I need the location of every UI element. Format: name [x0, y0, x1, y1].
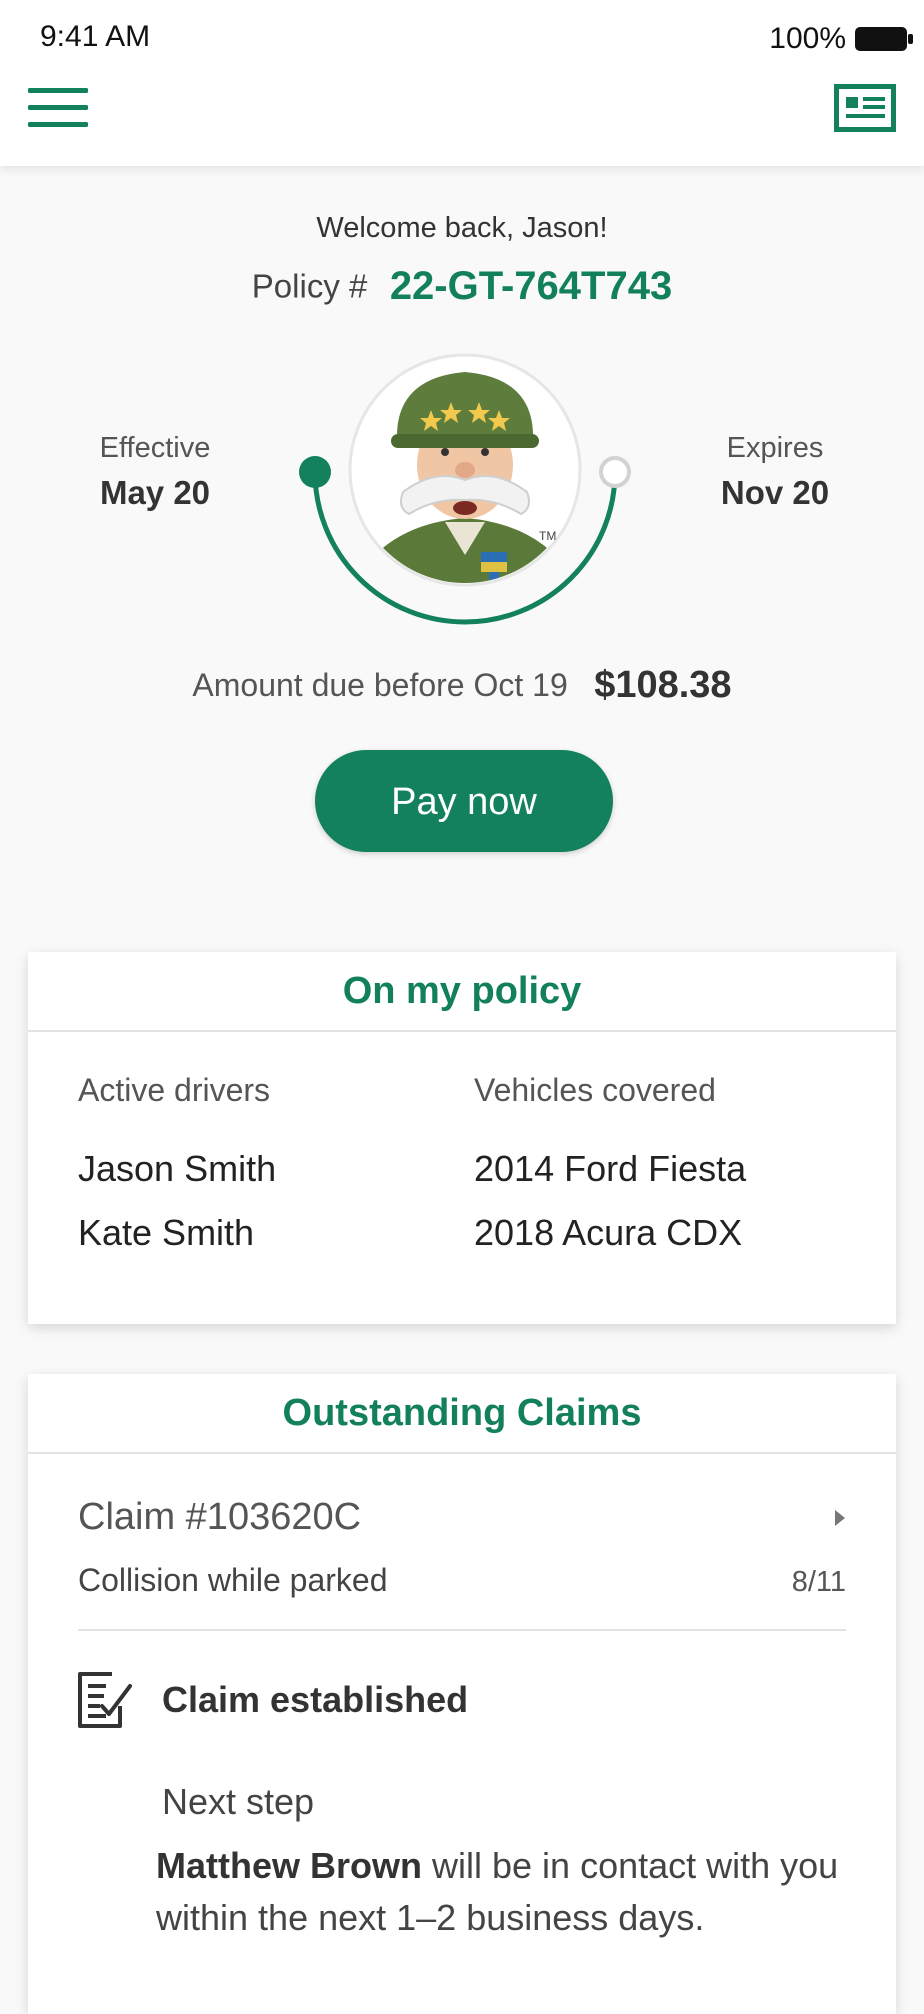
vehicles-covered-header: Vehicles covered: [474, 1072, 716, 1108]
app-header: 9:41 AM 100%: [0, 0, 924, 166]
driver-item: Jason Smith: [78, 1148, 277, 1189]
battery-full-icon: [855, 27, 913, 51]
claim-status: Claim established: [162, 1679, 469, 1720]
policy-number-row: Policy # 22-GT-764T743: [0, 264, 924, 309]
clipboard-check-icon: [78, 1672, 132, 1728]
amount-due-label: Amount due before Oct 19: [192, 667, 568, 703]
hamburger-menu-icon[interactable]: [28, 86, 88, 130]
id-card-icon[interactable]: [834, 84, 896, 132]
effective-label: Effective: [99, 432, 211, 464]
welcome-message: Welcome back, Jason!: [316, 212, 608, 244]
vehicle-item: 2014 Ford Fiesta: [474, 1148, 747, 1189]
status-time: 9:41 AM: [40, 20, 151, 53]
chevron-right-icon[interactable]: [832, 1506, 848, 1530]
expires-date: Nov 20: [720, 474, 830, 511]
active-drivers-header: Active drivers: [78, 1072, 271, 1108]
next-step-text: Matthew Brown will be in contact with yo…: [156, 1840, 846, 1944]
next-step-label: Next step: [162, 1781, 315, 1822]
claim-description: Collision while parked: [78, 1562, 388, 1598]
policy-label: Policy #: [251, 267, 368, 305]
on-my-policy-card: On my policy Active drivers Vehicles cov…: [28, 952, 896, 1324]
outstanding-claims-card: Outstanding Claims Claim #103620C Collis…: [28, 1374, 896, 2014]
claim-date: 8/11: [791, 1566, 846, 1598]
term-end-dot: [599, 456, 631, 488]
battery-percent: 100%: [769, 22, 846, 55]
next-step-contact: Matthew Brown: [156, 1845, 422, 1886]
expires-label: Expires: [726, 432, 824, 464]
driver-item: Kate Smith: [78, 1212, 255, 1253]
pay-now-button[interactable]: Pay now: [315, 750, 613, 852]
vehicle-item: 2018 Acura CDX: [474, 1212, 743, 1253]
outstanding-claims-title: Outstanding Claims: [28, 1374, 896, 1454]
term-start-dot: [299, 456, 331, 488]
claim-number[interactable]: Claim #103620C: [78, 1496, 361, 1539]
claim-divider: [78, 1629, 846, 1631]
effective-date: May 20: [99, 474, 211, 511]
amount-due-row: Amount due before Oct 19 $108.38: [0, 664, 924, 707]
mascot-avatar: TM: [348, 353, 582, 587]
on-my-policy-title: On my policy: [28, 952, 896, 1032]
policy-number: 22-GT-764T743: [389, 264, 673, 308]
policy-term-arc: TM: [299, 353, 631, 625]
mascot-trademark: TM: [539, 529, 556, 543]
amount-due-value: $108.38: [594, 664, 732, 706]
